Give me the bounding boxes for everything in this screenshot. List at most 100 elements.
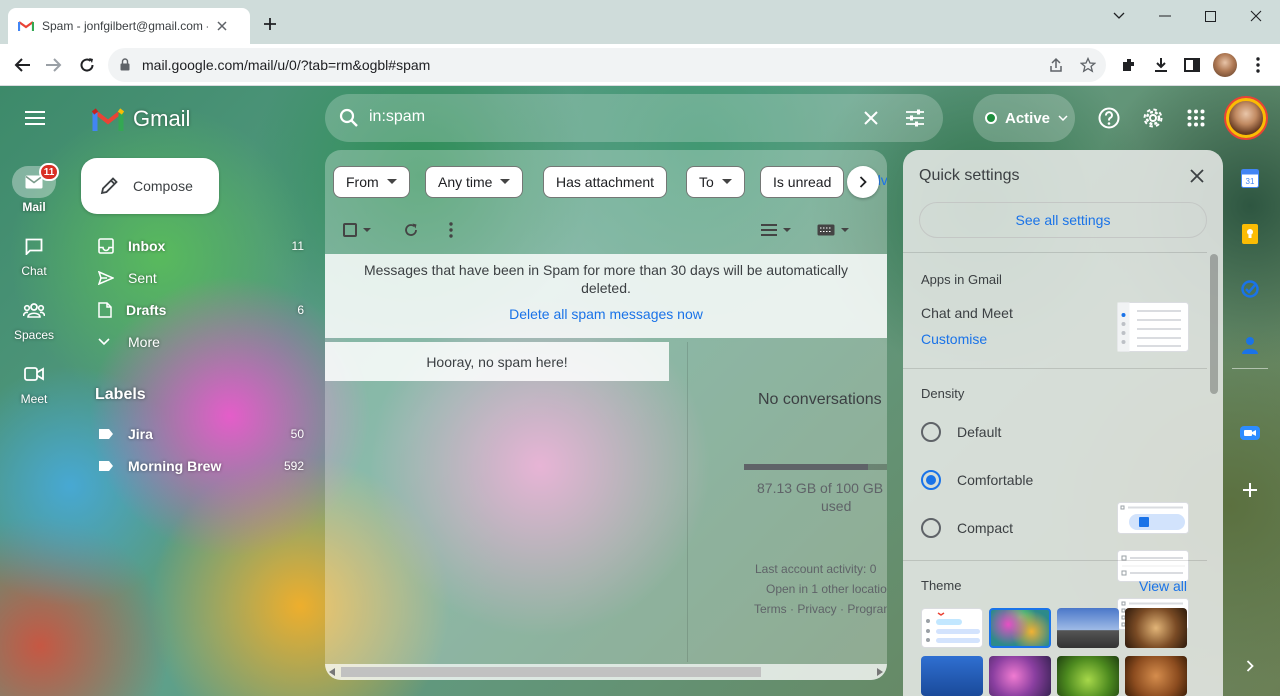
browser-menu-icon[interactable] [1246, 53, 1270, 77]
scroll-right-icon[interactable] [877, 668, 883, 676]
search-icon[interactable] [339, 108, 359, 128]
search-input[interactable]: in:spam [369, 108, 425, 126]
reload-icon[interactable] [75, 53, 99, 77]
storage-bar-fill [744, 464, 869, 470]
divider [903, 368, 1207, 369]
back-icon[interactable] [10, 53, 34, 77]
share-icon[interactable] [1048, 57, 1064, 73]
split-pane-toggle[interactable] [761, 224, 791, 236]
filter-chip-to[interactable]: To [686, 166, 745, 198]
nav-more[interactable]: More [98, 326, 304, 358]
storage-used-text: used [821, 498, 852, 514]
label-tag-icon [99, 429, 113, 439]
rail-meet[interactable]: Meet [0, 358, 68, 406]
divider [903, 560, 1207, 561]
profile-avatar[interactable] [1213, 53, 1237, 77]
chip-scroll-right-button[interactable] [847, 166, 879, 198]
input-tools-toggle[interactable] [817, 224, 849, 236]
scroll-left-icon[interactable] [329, 668, 335, 676]
contacts-icon[interactable] [1242, 336, 1258, 354]
refresh-icon[interactable] [403, 222, 419, 238]
filter-chip-has-attachment[interactable]: Has attachment [543, 166, 668, 198]
pencil-icon [100, 177, 118, 195]
label-morning-brew-count: 592 [283, 459, 304, 473]
google-apps-icon[interactable] [1187, 109, 1205, 127]
settings-gear-icon[interactable] [1142, 107, 1164, 129]
main-menu-icon[interactable] [25, 111, 45, 125]
chat-meet-preview-icon [1117, 302, 1189, 352]
expand-side-panel-icon[interactable] [1246, 660, 1254, 672]
nav-inbox[interactable]: Inbox 11 [98, 230, 304, 262]
tab-search-icon[interactable] [1104, 6, 1134, 26]
minimize-icon[interactable] [1150, 6, 1180, 26]
pane-divider[interactable] [687, 342, 688, 662]
filter-chip-is-unread[interactable]: Is unread [760, 166, 845, 198]
footer-links[interactable]: Terms · Privacy · Program [754, 602, 887, 616]
rail-chat[interactable]: Chat [0, 230, 68, 278]
status-selector[interactable]: Active [973, 94, 1075, 142]
download-icon[interactable] [1149, 53, 1173, 77]
radio-icon[interactable] [921, 518, 941, 538]
see-all-settings-button[interactable]: See all settings [919, 202, 1207, 238]
other-locations-link[interactable]: Open in 1 other locatio [766, 582, 887, 596]
keep-icon[interactable] [1242, 224, 1258, 244]
density-option-default[interactable]: Default [921, 408, 1191, 456]
bookmark-star-icon[interactable] [1080, 57, 1096, 73]
maximize-icon[interactable] [1195, 6, 1225, 26]
radio-icon[interactable] [921, 422, 941, 442]
theme-thumb-chess[interactable] [1125, 608, 1187, 648]
filter-chip-from[interactable]: From [333, 166, 410, 198]
account-avatar[interactable] [1226, 98, 1266, 138]
clear-search-icon[interactable] [863, 110, 879, 126]
filter-chip-any-time[interactable]: Any time [425, 166, 524, 198]
search-bar[interactable]: in:spam [325, 94, 943, 142]
close-window-icon[interactable] [1241, 6, 1271, 26]
close-quick-settings-icon[interactable] [1190, 169, 1204, 183]
nav-sent[interactable]: Sent [98, 262, 304, 294]
calendar-icon[interactable]: 31 [1241, 168, 1259, 188]
rail-spaces[interactable]: Spaces [0, 294, 68, 342]
close-tab-icon[interactable] [216, 20, 228, 32]
browser-tab[interactable]: Spam - jonfgilbert@gmail.com - [8, 8, 250, 44]
tasks-icon[interactable] [1241, 280, 1259, 298]
more-actions-icon[interactable] [449, 222, 453, 238]
theme-thumb-sea[interactable] [921, 656, 983, 696]
label-jira[interactable]: Jira 50 [98, 418, 304, 450]
theme-thumb-bokeh[interactable] [989, 656, 1051, 696]
compose-button[interactable]: Compose [81, 158, 219, 214]
help-icon[interactable] [1098, 107, 1120, 129]
density-option-compact[interactable]: Compact [921, 504, 1191, 552]
address-bar[interactable]: mail.google.com/mail/u/0/?tab=rm&ogbl#sp… [108, 48, 1106, 82]
label-morning-brew[interactable]: Morning Brew 592 [98, 450, 304, 482]
density-option-comfortable[interactable]: Comfortable [921, 456, 1191, 504]
quick-settings-panel: Quick settings See all settings Apps in … [903, 150, 1223, 696]
checkbox-icon [343, 223, 357, 237]
theme-thumb-default[interactable] [921, 608, 983, 648]
scrollbar-thumb[interactable] [341, 667, 761, 677]
search-options-icon[interactable] [905, 108, 925, 128]
select-all-checkbox[interactable] [343, 222, 377, 238]
zoom-addon-icon[interactable] [1240, 426, 1260, 440]
caret-down-icon [500, 179, 511, 184]
rail-mail-label: Mail [22, 200, 46, 214]
spam-notice-banner: Messages that have been in Spam for more… [325, 254, 887, 338]
caret-down-icon [721, 179, 732, 184]
theme-thumb-wood[interactable] [1125, 656, 1187, 696]
quick-settings-scrollbar[interactable] [1210, 254, 1218, 394]
theme-thumb-leaf[interactable] [1057, 656, 1119, 696]
extensions-icon[interactable] [1117, 53, 1141, 77]
horizontal-scrollbar[interactable] [325, 664, 887, 680]
get-addons-plus-icon[interactable] [1243, 483, 1257, 497]
meet-camera-icon [24, 367, 44, 381]
view-all-themes-link[interactable]: View all [1139, 578, 1187, 594]
new-tab-icon[interactable] [262, 16, 278, 32]
theme-thumb-city[interactable] [1057, 608, 1119, 648]
delete-all-spam-link[interactable]: Delete all spam messages now [325, 306, 887, 322]
side-panel-icon[interactable] [1180, 53, 1204, 77]
customise-link[interactable]: Customise [921, 331, 987, 347]
nav-drafts[interactable]: Drafts 6 [98, 294, 304, 326]
forward-icon[interactable] [42, 53, 66, 77]
theme-thumb-selected[interactable] [989, 608, 1051, 648]
density-heading: Density [921, 386, 965, 401]
radio-selected-icon[interactable] [921, 470, 941, 490]
